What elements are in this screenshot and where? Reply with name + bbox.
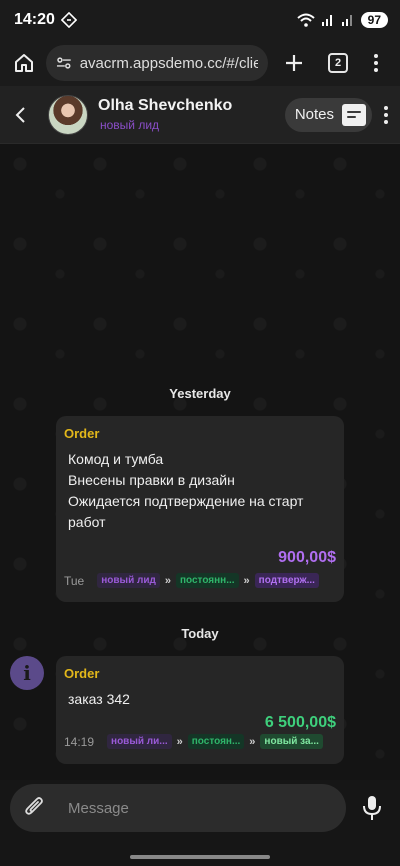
message-title: Order bbox=[64, 666, 100, 681]
status-badge: новый лид bbox=[97, 573, 160, 588]
message-line: Комод и тумба bbox=[68, 451, 164, 467]
home-icon bbox=[15, 54, 33, 72]
voice-button[interactable] bbox=[350, 784, 394, 832]
status-bar: 14:20 97 bbox=[0, 0, 400, 40]
chevron-right-icon: » bbox=[243, 574, 250, 587]
chat-header: Olha Shevchenko новый лид Notes bbox=[0, 86, 400, 144]
message-date: 14:19 bbox=[64, 734, 95, 749]
signal-icon bbox=[321, 15, 332, 26]
day-separator: Today bbox=[181, 626, 219, 641]
info-icon: i bbox=[10, 656, 44, 690]
chevron-right-icon: » bbox=[164, 574, 171, 587]
status-badge: новый ли... bbox=[107, 734, 172, 749]
message-meta: Tue новый лид » постоянн... » подтверж..… bbox=[64, 573, 336, 588]
status-badge: постоян... bbox=[187, 734, 245, 749]
message-line: Ожидается подтверждение на старт bbox=[68, 493, 304, 509]
url-text: avacrm.appsdemo.cc/#/clie bbox=[79, 54, 258, 72]
message-composer[interactable]: Message bbox=[10, 784, 346, 832]
day-separator: Yesterday bbox=[169, 386, 231, 401]
address-bar[interactable]: avacrm.appsdemo.cc/#/clie bbox=[46, 45, 268, 81]
notes-button[interactable]: Notes bbox=[284, 97, 372, 132]
home-indicator bbox=[130, 855, 270, 859]
status-badge: подтверж... bbox=[254, 573, 319, 588]
order-amount: 6 500,00$ bbox=[264, 714, 336, 731]
signal-icon-2 bbox=[341, 15, 352, 26]
message-title: Order bbox=[64, 426, 100, 441]
chat-menu-button[interactable] bbox=[382, 105, 390, 124]
message-date: Tue bbox=[64, 573, 85, 588]
order-message[interactable]: Order заказ 342 6 500,00$ 14:19 новый ли… bbox=[56, 656, 344, 764]
notes-label: Notes bbox=[294, 106, 334, 123]
sync-icon bbox=[60, 12, 77, 28]
home-button[interactable] bbox=[8, 47, 40, 79]
tab-switcher-button[interactable]: 2 bbox=[322, 47, 354, 79]
browser-toolbar: avacrm.appsdemo.cc/#/clie 2 bbox=[0, 40, 400, 86]
avatar[interactable] bbox=[48, 94, 88, 135]
status-badge: постоянн... bbox=[175, 573, 239, 588]
status-time: 14:20 bbox=[14, 11, 55, 28]
message-input[interactable]: Message bbox=[68, 800, 129, 817]
message-line: Внесены правки в дизайн bbox=[68, 472, 235, 488]
contact-name: Olha Shevchenko bbox=[98, 97, 233, 114]
message-body: Комод и тумба Внесены правки в дизайн Ож… bbox=[64, 449, 336, 533]
contact-status: новый лид bbox=[100, 118, 160, 132]
chevron-right-icon: » bbox=[176, 735, 183, 748]
microphone-icon bbox=[363, 796, 381, 820]
back-button[interactable] bbox=[14, 100, 34, 130]
order-amount: 900,00$ bbox=[278, 549, 336, 566]
message-line: заказ 342 bbox=[68, 691, 130, 707]
message-body: заказ 342 bbox=[64, 689, 336, 710]
new-tab-button[interactable] bbox=[278, 47, 310, 79]
browser-menu-button[interactable] bbox=[360, 47, 392, 79]
contact-info[interactable]: Olha Shevchenko новый лид bbox=[98, 97, 232, 132]
chevron-right-icon: » bbox=[249, 735, 256, 748]
site-settings-icon bbox=[56, 57, 71, 69]
message-line: работ bbox=[68, 514, 106, 530]
order-message[interactable]: Order Комод и тумба Внесены правки в диз… bbox=[56, 416, 344, 602]
note-icon bbox=[342, 103, 366, 126]
wifi-icon bbox=[296, 13, 315, 27]
more-vert-icon bbox=[372, 54, 380, 72]
attach-icon[interactable] bbox=[24, 796, 46, 820]
chevron-left-icon bbox=[15, 106, 25, 123]
battery-level: 97 bbox=[360, 12, 388, 28]
status-badge: новый за... bbox=[260, 734, 323, 749]
tab-count: 2 bbox=[328, 53, 348, 73]
chat-area[interactable]: Yesterday Order Комод и тумба Внесены пр… bbox=[0, 144, 400, 780]
message-meta: 14:19 новый ли... » постоян... » новый з… bbox=[64, 734, 336, 749]
plus-icon bbox=[286, 55, 302, 71]
